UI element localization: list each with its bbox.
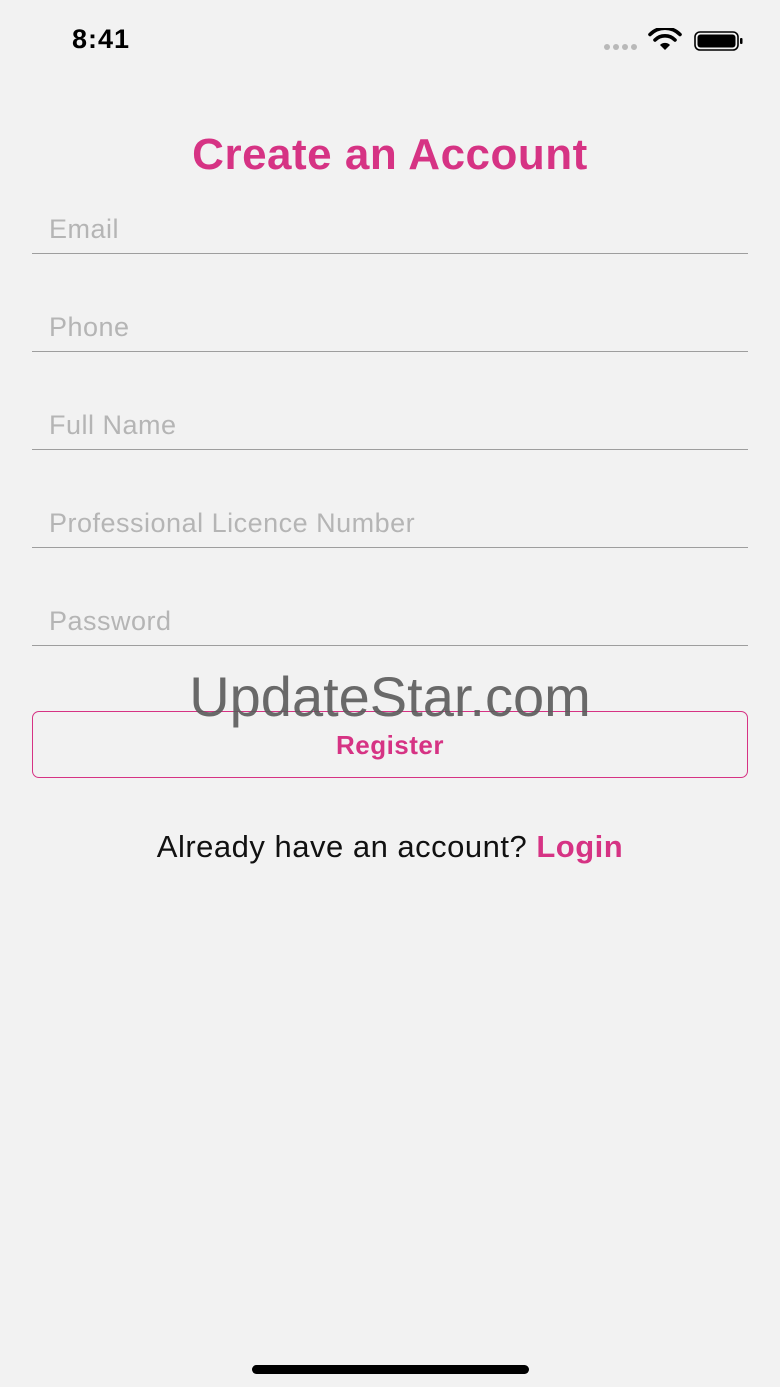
register-button[interactable]: Register [32,711,748,778]
full-name-field[interactable] [49,410,729,441]
login-prompt-row: Already have an account? Login [0,829,780,865]
battery-icon [694,31,743,51]
licence-number-field[interactable] [49,508,729,539]
register-button-label: Register [335,730,445,760]
password-field[interactable] [49,606,729,637]
page-title: Create an Account [192,130,588,179]
login-link[interactable]: Login [536,829,623,864]
phone-field[interactable] [49,312,729,343]
email-field-container [32,193,748,254]
wifi-icon [648,28,682,50]
login-prompt-text: Already have an account? [156,829,528,864]
full-name-field-container [32,389,748,450]
cellular-signal-icon [604,44,637,50]
licence-number-field-container [32,487,748,548]
email-field[interactable] [49,214,729,245]
phone-field-container [32,291,748,352]
home-indicator[interactable] [252,1365,529,1374]
password-field-container [32,585,748,646]
status-time: 8:41 [72,24,131,54]
status-bar: 8:41 [0,0,780,80]
